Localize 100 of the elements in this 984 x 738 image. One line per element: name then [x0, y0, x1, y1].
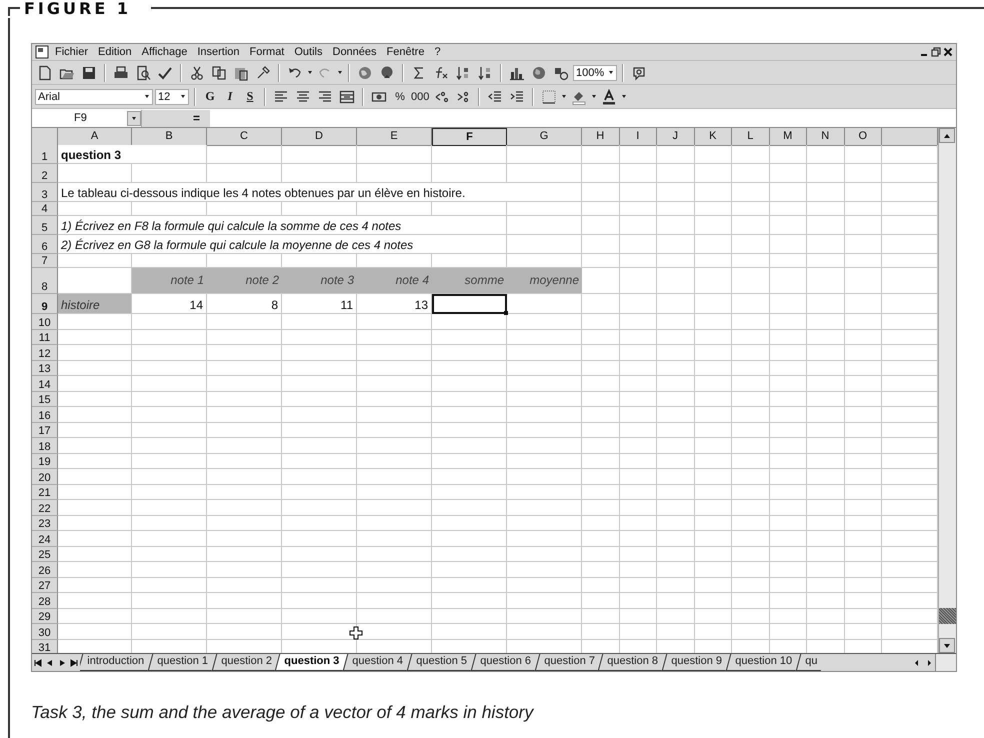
column-header[interactable]: B	[132, 128, 207, 146]
column-heading-cell[interactable]: moyenne	[507, 268, 582, 294]
menu-item[interactable]: Données	[328, 46, 381, 58]
sheet-tab[interactable]: question 3	[275, 654, 348, 671]
menu-item[interactable]: Affichage	[138, 46, 192, 58]
next-sheet-icon[interactable]	[57, 658, 67, 668]
number-format-button[interactable]: 000	[411, 90, 430, 102]
row-header[interactable]: 17	[32, 422, 58, 438]
row-header[interactable]: 30	[32, 624, 58, 640]
text-style-button[interactable]: I	[221, 89, 239, 104]
table-cell[interactable]: 13	[357, 294, 432, 314]
row-header[interactable]: 12	[32, 345, 58, 360]
row-label-cell[interactable]: histoire	[58, 294, 132, 314]
row-header[interactable]: 22	[32, 500, 58, 516]
selected-cell[interactable]	[432, 294, 507, 314]
row-header[interactable]: 26	[32, 562, 58, 578]
column-header[interactable]: O	[844, 128, 882, 146]
new-document-icon[interactable]	[37, 64, 53, 80]
column-heading-cell[interactable]: note 3	[282, 268, 357, 294]
caret-icon[interactable]	[621, 93, 628, 100]
caret-icon[interactable]	[608, 69, 614, 76]
table-cell[interactable]: 14	[132, 294, 207, 314]
font-field[interactable]: Arial	[35, 88, 153, 104]
name-box[interactable]: F9	[32, 110, 142, 126]
row-header[interactable]: 21	[32, 484, 58, 500]
row-header[interactable]: 27	[32, 578, 58, 593]
row-header[interactable]: 14	[32, 376, 58, 392]
font-color-icon[interactable]	[601, 88, 618, 104]
row-header[interactable]: 19	[32, 454, 58, 469]
table-cell[interactable]: 11	[282, 294, 357, 314]
row-header[interactable]: 5	[32, 216, 58, 235]
increase-indent-icon[interactable]	[509, 88, 526, 104]
row-header[interactable]: 9	[32, 294, 58, 314]
select-all-button[interactable]	[32, 128, 58, 146]
last-sheet-icon[interactable]	[69, 658, 79, 668]
previous-sheet-icon[interactable]	[45, 658, 55, 668]
column-header[interactable]: J	[657, 128, 694, 146]
row-header[interactable]: 3	[32, 183, 58, 202]
column-header[interactable]: F	[432, 128, 507, 146]
row-header[interactable]: 1	[32, 145, 58, 164]
align-left-icon[interactable]	[273, 88, 289, 104]
merge-center-icon[interactable]	[339, 88, 355, 104]
table-cell[interactable]: 8	[207, 294, 282, 314]
column-header[interactable]: L	[732, 128, 770, 146]
row-header[interactable]: 31	[32, 640, 58, 653]
print-preview-icon[interactable]	[135, 64, 151, 80]
function-icon[interactable]	[433, 64, 449, 80]
column-header[interactable]: I	[620, 128, 657, 146]
row-header[interactable]: 11	[32, 330, 58, 345]
save-icon[interactable]	[81, 64, 97, 80]
font-size-field[interactable]: 12	[155, 88, 189, 104]
sort-descending-icon[interactable]	[477, 64, 493, 80]
column-header[interactable]: H	[582, 128, 620, 146]
column-header[interactable]: D	[282, 128, 357, 146]
column-header[interactable]: C	[207, 128, 282, 146]
globe-icon[interactable]	[357, 64, 373, 80]
scroll-down-icon[interactable]	[943, 642, 951, 648]
first-sheet-icon[interactable]	[33, 658, 43, 668]
format-painter-icon[interactable]	[255, 64, 271, 80]
cut-icon[interactable]	[189, 64, 205, 80]
column-heading-cell[interactable]: note 1	[132, 268, 207, 294]
menu-item[interactable]: Fichier	[51, 46, 92, 58]
row-header[interactable]: 25	[32, 546, 58, 562]
column-header[interactable]: G	[507, 128, 582, 146]
caret-icon[interactable]	[307, 69, 313, 76]
row-header[interactable]: 23	[32, 516, 58, 531]
row-header[interactable]: 7	[32, 254, 58, 268]
caret-icon[interactable]	[561, 93, 568, 100]
scrollbar-thumb[interactable]	[939, 608, 956, 624]
column-header[interactable]: K	[694, 128, 732, 146]
decrease-indent-icon[interactable]	[487, 88, 504, 104]
column-heading-cell[interactable]: note 4	[357, 268, 432, 294]
spelling-icon[interactable]	[157, 64, 173, 80]
caret-icon[interactable]	[337, 69, 343, 76]
document-icon[interactable]	[35, 45, 49, 59]
column-header[interactable]: E	[357, 128, 432, 146]
column-heading-cell[interactable]: note 2	[207, 268, 282, 294]
web-toolbar-icon[interactable]	[379, 64, 395, 80]
column-header[interactable]: M	[770, 128, 807, 146]
horizontal-scrollbar[interactable]	[935, 654, 956, 671]
row-header[interactable]: 8	[32, 268, 58, 294]
row-header[interactable]: 29	[32, 608, 58, 624]
copy-icon[interactable]	[211, 64, 227, 80]
column-heading-cell[interactable]: somme	[432, 268, 507, 294]
row-header[interactable]: 28	[32, 593, 58, 608]
row-header[interactable]: 16	[32, 407, 58, 422]
column-header[interactable]: A	[58, 128, 132, 146]
formula-equals-button[interactable]: =	[192, 111, 200, 125]
help-icon[interactable]	[631, 64, 647, 80]
sort-ascending-icon[interactable]	[455, 64, 471, 80]
column-header[interactable]	[882, 128, 938, 146]
menu-item[interactable]: Format	[246, 46, 288, 58]
number-format-button[interactable]: %	[391, 90, 409, 102]
row-header[interactable]: 15	[32, 392, 58, 407]
row-header[interactable]: 2	[32, 164, 58, 183]
menu-item[interactable]: Insertion	[193, 46, 244, 58]
menu-item[interactable]: Outils	[290, 46, 326, 58]
caret-icon[interactable]	[144, 93, 150, 100]
caret-icon[interactable]	[131, 114, 137, 122]
align-center-icon[interactable]	[295, 88, 311, 104]
